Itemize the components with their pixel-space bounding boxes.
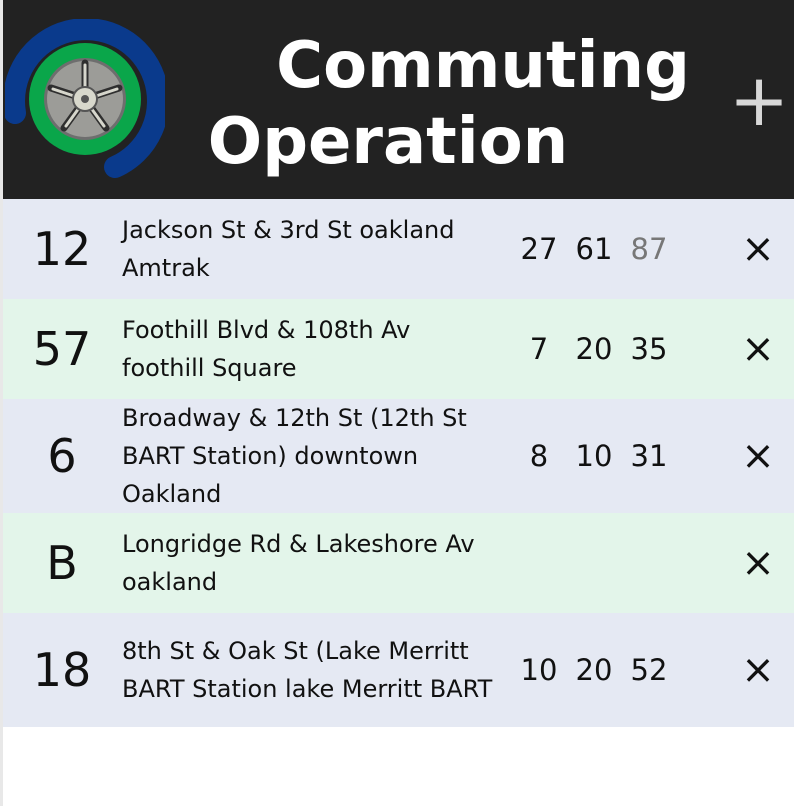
stop-name: Jackson St & 3rd St oakland Amtrak [122,216,455,282]
list-item[interactable]: 18 8th St & Oak St (Lake Merritt BART St… [3,613,794,727]
arrival-times: 27 61 87 [493,232,695,266]
add-stop-button[interactable]: + [725,58,793,142]
arrival-time: 8 [529,439,549,473]
arrival-time: 35 [630,332,668,366]
close-icon: × [741,647,775,693]
list-item[interactable]: 6 Broadway & 12th St (12th St BART Stati… [3,399,794,513]
close-icon: × [741,540,775,586]
route-number: 57 [32,322,92,376]
delete-button[interactable]: × [730,433,786,479]
delete-button[interactable]: × [730,540,786,586]
stop-name: 8th St & Oak St (Lake Merritt BART Stati… [122,637,493,703]
list-item[interactable]: B Longridge Rd & Lakeshore Av oakland × [3,513,794,613]
route-number: 6 [47,429,77,483]
arrival-time: 10 [575,439,613,473]
delete-button[interactable]: × [730,226,786,272]
list-item[interactable]: 57 Foothill Blvd & 108th Av foothill Squ… [3,299,794,399]
title-line-1: Commuting [276,29,690,103]
stop-name: Foothill Blvd & 108th Av foothill Square [122,316,411,382]
arrival-time: 20 [575,332,613,366]
arrival-time: 52 [630,653,668,687]
close-icon: × [741,326,775,372]
close-icon: × [741,226,775,272]
route-number: 18 [32,643,92,697]
title-line-2: Operation [207,105,569,179]
arrival-time: 7 [529,332,549,366]
arrival-time: 61 [575,232,613,266]
arrival-time: 87 [630,232,668,266]
stop-list: 12 Jackson St & 3rd St oakland Amtrak 27… [3,199,794,727]
arrival-time: 31 [630,439,668,473]
route-number: B [46,536,78,590]
arrival-time: 20 [575,653,613,687]
route-number: 12 [32,222,92,276]
page-title: Commuting Operation [203,28,703,180]
app-header: Commuting Operation + [3,0,794,199]
arrival-time: 10 [520,653,558,687]
delete-button[interactable]: × [730,647,786,693]
arrival-times: 10 20 52 [493,653,695,687]
stop-name: Longridge Rd & Lakeshore Av oakland [122,530,475,596]
stop-name: Broadway & 12th St (12th St BART Station… [122,404,467,508]
plus-icon: + [728,58,790,142]
close-icon: × [741,433,775,479]
arrival-times: 7 20 35 [493,332,695,366]
delete-button[interactable]: × [730,326,786,372]
arrival-times: 8 10 31 [493,439,695,473]
arrival-time: 27 [520,232,558,266]
list-item[interactable]: 12 Jackson St & 3rd St oakland Amtrak 27… [3,199,794,299]
